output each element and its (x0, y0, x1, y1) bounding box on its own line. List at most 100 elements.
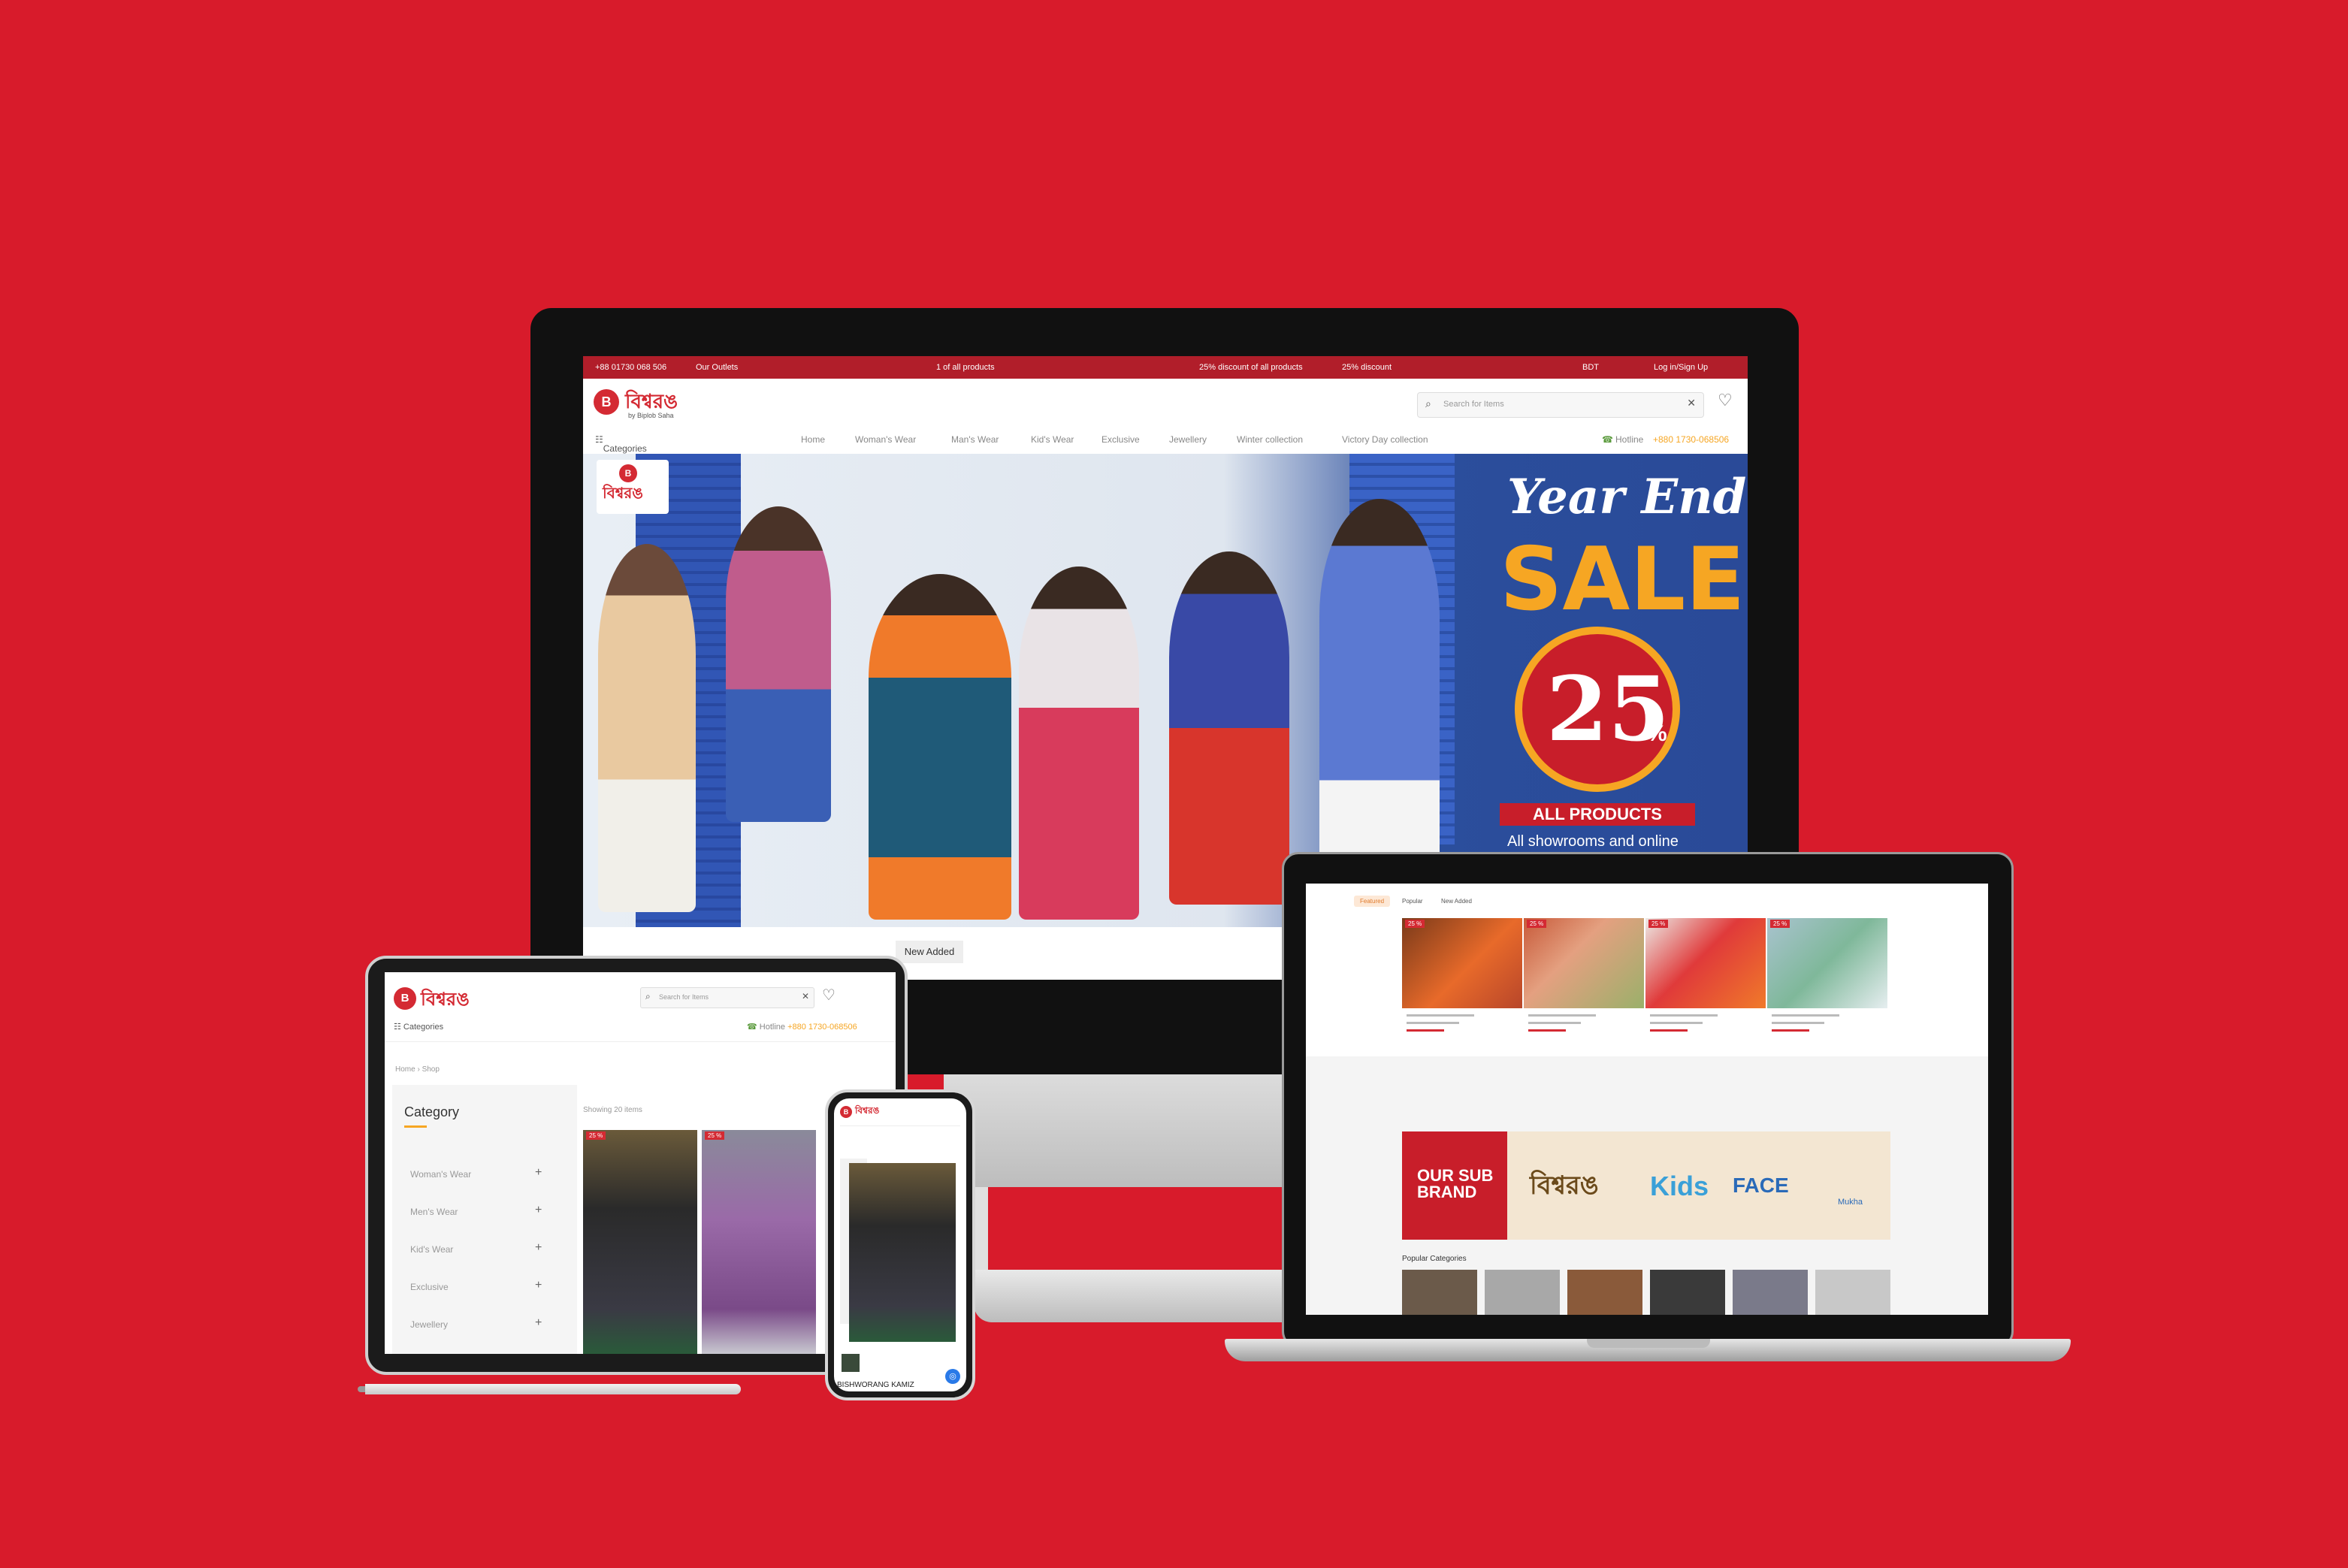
product-image[interactable]: 25 % (1767, 918, 1887, 1008)
nav-winter-collection[interactable]: Winter collection (1237, 434, 1303, 445)
logo-name[interactable]: বিশ্বরঙ (421, 986, 470, 1016)
divider (840, 1125, 960, 1126)
discount-unit: % (1647, 721, 1667, 746)
sidebar-item-womans-wear[interactable]: Woman's Wear (410, 1169, 471, 1180)
sub-brand-mukha[interactable]: Mukha (1838, 1198, 1863, 1207)
hero-ribbon: ALL PRODUCTS (1500, 803, 1695, 826)
product-image[interactable]: 25 % (1645, 918, 1766, 1008)
nav-kids-wear[interactable]: Kid's Wear (1031, 434, 1074, 445)
logo-mark[interactable]: B (594, 389, 619, 415)
nav-home[interactable]: Home (801, 434, 825, 445)
outlets-link[interactable]: Our Outlets (696, 363, 738, 372)
expand-icon[interactable]: + (535, 1204, 542, 1217)
nav-mans-wear[interactable]: Man's Wear (951, 434, 999, 445)
product-image[interactable]: 25 % (1524, 918, 1644, 1008)
product-thumb[interactable] (842, 1354, 860, 1372)
hero-model (726, 506, 831, 822)
category-thumb[interactable] (1402, 1270, 1477, 1315)
hero-model (1319, 499, 1440, 890)
category-thumb[interactable] (1650, 1270, 1725, 1315)
hero-model (1169, 551, 1289, 905)
clear-icon[interactable]: ✕ (802, 991, 809, 1002)
tab-popular[interactable]: Popular (1396, 896, 1429, 907)
sub-brand-bishworang[interactable]: বিশ্বরঙ (1530, 1166, 1599, 1209)
sale-badge: 25 % (1648, 920, 1669, 928)
hotline-label: Hotline (1615, 434, 1644, 445)
sub-brand-title: OUR SUB BRAND (1417, 1166, 1494, 1201)
categories-menu[interactable]: ☷ Categories (595, 434, 647, 454)
tablet-screen: B বিশ্বরঙ ⌕ Search for Items ✕ ♡ ☷ Categ… (385, 972, 896, 1354)
breadcrumb-shop[interactable]: Shop (422, 1065, 440, 1074)
sidebar-item-mens-wear[interactable]: Men's Wear (410, 1207, 458, 1217)
search-input[interactable]: Search for Items (659, 993, 709, 1001)
breadcrumb: Home › Shop (395, 1065, 440, 1074)
logo-mark[interactable]: B (840, 1106, 852, 1118)
category-thumb[interactable] (1567, 1270, 1642, 1315)
hero-footer-text: All showrooms and online (1507, 833, 1679, 850)
login-link[interactable]: Log in/Sign Up (1654, 363, 1708, 372)
product-card-info (1524, 1008, 1644, 1041)
sidebar-item-exclusive[interactable]: Exclusive (410, 1282, 449, 1292)
divider (385, 1041, 896, 1042)
wishlist-heart-icon[interactable]: ♡ (822, 986, 836, 1005)
category-thumb[interactable] (1485, 1270, 1560, 1315)
product-image[interactable]: 25 % (583, 1130, 697, 1354)
monitor-stand-edge (973, 1183, 988, 1270)
sale-badge: 25 % (1527, 920, 1547, 928)
hotline[interactable]: ☎ Hotline +880 1730-068506 (747, 1022, 857, 1032)
popular-categories-heading: Popular Categories (1402, 1255, 1467, 1263)
currency-select[interactable]: BDT (1582, 363, 1599, 372)
category-thumb[interactable] (1815, 1270, 1890, 1315)
product-image[interactable]: 25 % (1402, 918, 1522, 1008)
sale-badge: 25 % (586, 1131, 606, 1140)
search-icon: ⌕ (1425, 397, 1431, 409)
search-box[interactable]: ⌕ Search for Items ✕ (1417, 392, 1704, 418)
results-count: Showing 20 items (583, 1106, 642, 1114)
sub-brand-kids[interactable]: Kids (1650, 1171, 1709, 1202)
breadcrumb-home[interactable]: Home (395, 1065, 416, 1074)
search-input[interactable]: Search for Items (1443, 400, 1504, 409)
expand-icon[interactable]: + (535, 1279, 542, 1292)
hero-model (598, 544, 696, 912)
nav-jewellery[interactable]: Jewellery (1169, 434, 1207, 445)
nav-victory-day[interactable]: Victory Day collection (1342, 434, 1428, 445)
hero-model (869, 574, 1011, 920)
promo-text-right: 25% discount of all products (1199, 363, 1303, 372)
search-icon: ⌕ (645, 991, 651, 1002)
search-box[interactable]: ⌕ Search for Items ✕ (640, 987, 814, 1008)
hero-logo: B বিশ্বরঙ (597, 460, 669, 514)
nav-womans-wear[interactable]: Woman's Wear (855, 434, 916, 445)
sale-badge: 25 % (1405, 920, 1425, 928)
brand-caption: BISHWORANG KAMIZ (837, 1381, 914, 1389)
logo-name[interactable]: বিশ্বরঙ (855, 1104, 879, 1119)
sidebar-title-underline (404, 1125, 427, 1128)
tab-new-added[interactable]: New Added (896, 941, 963, 963)
hero-logo-name: বিশ্বরঙ (603, 485, 643, 502)
category-thumb[interactable] (1733, 1270, 1808, 1315)
categories-menu[interactable]: ☷ Categories (394, 1022, 443, 1032)
product-image[interactable]: 25 % (702, 1130, 816, 1354)
sub-brand-face[interactable]: FACE (1733, 1174, 1789, 1198)
product-card-info (1645, 1008, 1766, 1041)
sidebar-item-kids-wear[interactable]: Kid's Wear (410, 1244, 453, 1255)
chat-icon[interactable]: ◎ (945, 1369, 960, 1384)
promo-text: 1 of all products (936, 363, 995, 372)
sub-brand-label-block: OUR SUB BRAND (1402, 1131, 1507, 1240)
nav-exclusive[interactable]: Exclusive (1101, 434, 1140, 445)
expand-icon[interactable]: + (535, 1166, 542, 1180)
promo-text-right-2: 25% discount (1342, 363, 1392, 372)
phone-number[interactable]: +88 01730 068 506 (595, 363, 666, 372)
expand-icon[interactable]: + (535, 1241, 542, 1255)
clear-icon[interactable]: ✕ (1687, 397, 1696, 409)
hotline-number[interactable]: +880 1730-068506 (1653, 434, 1729, 445)
expand-icon[interactable]: + (535, 1316, 542, 1330)
logo-subtitle: by Biplob Saha (628, 412, 674, 419)
product-image[interactable] (849, 1163, 956, 1342)
tab-new-added[interactable]: New Added (1435, 896, 1478, 907)
logo-mark[interactable]: B (394, 987, 416, 1010)
sub-brand-banner[interactable]: OUR SUB BRAND বিশ্বরঙ Kids FACE Mukha (1402, 1131, 1890, 1240)
sidebar-item-jewellery[interactable]: Jewellery (410, 1319, 448, 1330)
tab-featured[interactable]: Featured (1354, 896, 1391, 907)
wishlist-heart-icon[interactable]: ♡ (1718, 391, 1733, 410)
product-card-info (1402, 1008, 1522, 1041)
